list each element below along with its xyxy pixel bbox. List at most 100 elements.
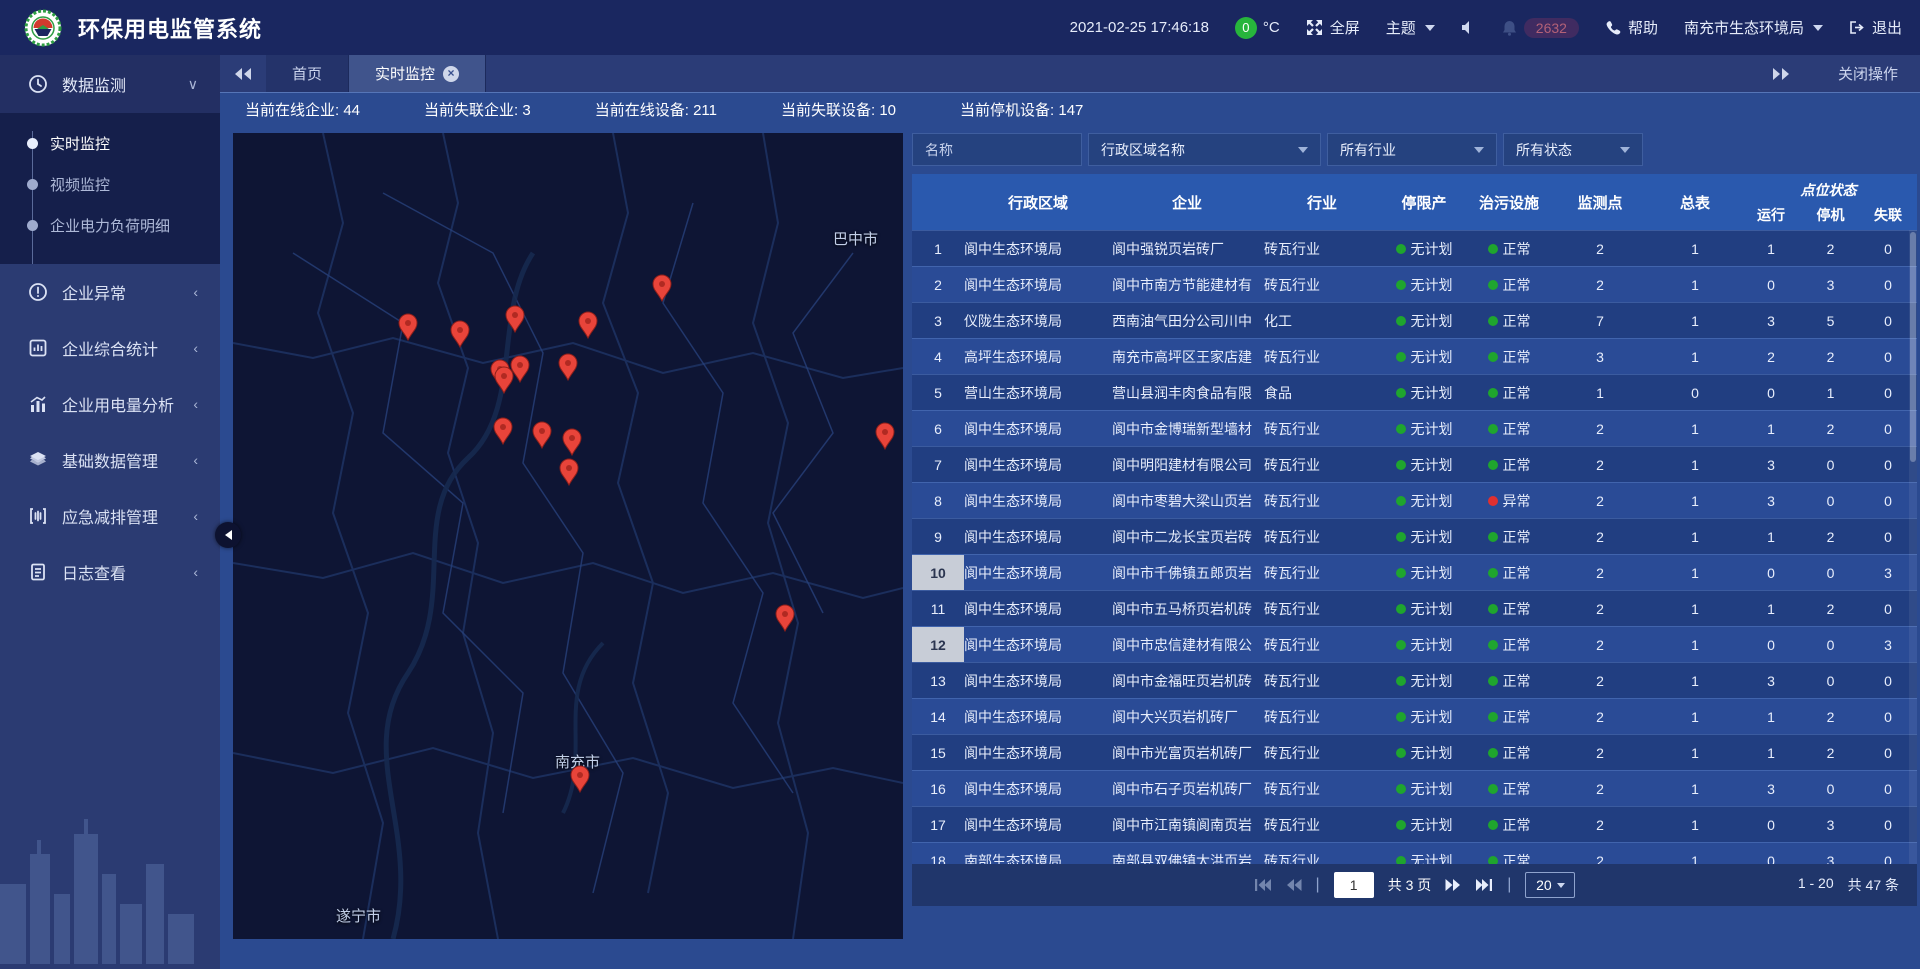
tabs-scroll-left-button[interactable] bbox=[220, 55, 266, 92]
map-pin-icon[interactable] bbox=[492, 417, 514, 445]
sidebar-item[interactable]: 应急减排管理 ‹ bbox=[0, 488, 220, 544]
facility-status-cell: 异常 bbox=[1468, 483, 1550, 518]
first-page-button[interactable] bbox=[1254, 878, 1272, 892]
map-pin-icon[interactable] bbox=[874, 422, 896, 450]
running-cell: 3 bbox=[1740, 483, 1802, 518]
map-pin-icon[interactable] bbox=[397, 313, 419, 341]
fullscreen-button[interactable]: 全屏 bbox=[1306, 17, 1360, 38]
next-page-button[interactable] bbox=[1445, 878, 1461, 892]
notifications[interactable]: 2632 bbox=[1502, 18, 1579, 38]
sidebar-item[interactable]: 基础数据管理 ‹ bbox=[0, 432, 220, 488]
row-index-cell: 10 bbox=[912, 555, 964, 590]
col-stopped: 停机 bbox=[1802, 200, 1859, 230]
alert-icon bbox=[28, 282, 48, 302]
table-row[interactable]: 5 营山生态环境局 营山县润丰肉食品有限 食品 无计划 正常 1 0 0 1 0 bbox=[912, 374, 1917, 410]
previous-page-button[interactable] bbox=[1286, 878, 1302, 892]
industry-cell: 砖瓦行业 bbox=[1262, 411, 1380, 446]
sidebar-submenu-item[interactable]: 实时监控 bbox=[0, 123, 220, 164]
gauge-icon bbox=[28, 74, 48, 94]
table-row[interactable]: 9 阆中生态环境局 阆中市二龙长宝页岩砖 砖瓦行业 无计划 正常 2 1 1 2… bbox=[912, 518, 1917, 554]
sidebar-item[interactable]: 企业综合统计 ‹ bbox=[0, 320, 220, 376]
theme-menu[interactable]: 主题 bbox=[1386, 17, 1435, 38]
table-row[interactable]: 17 阆中生态环境局 阆中市江南镇阆南页岩 砖瓦行业 无计划 正常 2 1 0 … bbox=[912, 806, 1917, 842]
table-row[interactable]: 8 阆中生态环境局 阆中市枣碧大梁山页岩 砖瓦行业 无计划 异常 2 1 3 0… bbox=[912, 482, 1917, 518]
map-pin-icon[interactable] bbox=[577, 311, 599, 339]
region-filter-select[interactable]: 行政区域名称 bbox=[1088, 133, 1321, 166]
scrollbar-thumb[interactable] bbox=[1910, 232, 1916, 462]
help-button[interactable]: 帮助 bbox=[1605, 17, 1658, 38]
status-dot-icon bbox=[1488, 460, 1498, 470]
page-number-input[interactable] bbox=[1334, 872, 1374, 898]
page-size-select[interactable]: 20 bbox=[1525, 872, 1575, 898]
table-row[interactable]: 6 阆中生态环境局 阆中市金博瑞新型墙材 砖瓦行业 无计划 正常 2 1 1 2… bbox=[912, 410, 1917, 446]
submenu-item-label: 企业电力负荷明细 bbox=[50, 215, 170, 236]
table-row[interactable]: 18 南部生态环境局 南部县双佛镇太洪页岩 砖瓦行业 无计划 正常 2 1 0 … bbox=[912, 842, 1917, 864]
sidebar-item[interactable]: 企业用电量分析 ‹ bbox=[0, 376, 220, 432]
logout-button[interactable]: 退出 bbox=[1849, 17, 1902, 38]
table-row[interactable]: 14 阆中生态环境局 阆中大兴页岩机砖厂 砖瓦行业 无计划 正常 2 1 1 2… bbox=[912, 698, 1917, 734]
map-pin-icon[interactable] bbox=[557, 353, 579, 381]
col-industry: 行业 bbox=[1262, 174, 1380, 230]
tab-realtime-monitoring[interactable]: 实时监控 × bbox=[349, 55, 486, 92]
layers-icon bbox=[28, 450, 48, 470]
close-operations-button[interactable]: 关闭操作 bbox=[1838, 63, 1898, 84]
name-filter-input[interactable] bbox=[925, 142, 1069, 158]
map-pin-icon[interactable] bbox=[558, 458, 580, 486]
map-pin-icon[interactable] bbox=[561, 428, 583, 456]
tab-close-icon[interactable]: × bbox=[443, 66, 459, 82]
facility-status-cell: 正常 bbox=[1468, 267, 1550, 302]
stopped-cell: 2 bbox=[1802, 735, 1859, 770]
table-row[interactable]: 11 阆中生态环境局 阆中市五马桥页岩机砖 砖瓦行业 无计划 正常 2 1 1 … bbox=[912, 590, 1917, 626]
table-row[interactable]: 15 阆中生态环境局 阆中市光富页岩机砖厂 砖瓦行业 无计划 正常 2 1 1 … bbox=[912, 734, 1917, 770]
monitor-points-cell: 2 bbox=[1550, 447, 1650, 482]
map-panel[interactable]: 巴中市 南充市 遂宁市 bbox=[233, 133, 903, 939]
table-scrollbar[interactable] bbox=[1909, 230, 1917, 864]
region-cell: 南部生态环境局 bbox=[964, 843, 1112, 864]
last-page-button[interactable] bbox=[1475, 878, 1493, 892]
status-dot-icon bbox=[1488, 316, 1498, 326]
table-row[interactable]: 16 阆中生态环境局 阆中市石子页岩机砖厂 砖瓦行业 无计划 正常 2 1 3 … bbox=[912, 770, 1917, 806]
stop-limit-cell: 无计划 bbox=[1380, 735, 1468, 770]
industry-cell: 砖瓦行业 bbox=[1262, 519, 1380, 554]
tab-home[interactable]: 首页 bbox=[266, 55, 349, 92]
sidebar-item[interactable]: 日志查看 ‹ bbox=[0, 544, 220, 600]
table-row[interactable]: 13 阆中生态环境局 阆中市金福旺页岩机砖 砖瓦行业 无计划 正常 2 1 3 … bbox=[912, 662, 1917, 698]
monitor-points-cell: 2 bbox=[1550, 231, 1650, 266]
sidebar-collapse-toggle[interactable] bbox=[215, 522, 241, 548]
table-row[interactable]: 10 阆中生态环境局 阆中市千佛镇五郎页岩 砖瓦行业 无计划 正常 2 1 0 … bbox=[912, 554, 1917, 590]
tabs-scroll-right-button[interactable] bbox=[1758, 67, 1804, 81]
region-cell: 阆中生态环境局 bbox=[964, 231, 1112, 266]
sidebar-item-data-monitoring[interactable]: 数据监测 ∨ bbox=[0, 55, 220, 113]
facility-status-cell: 正常 bbox=[1468, 303, 1550, 338]
status-filter-select[interactable]: 所有状态 bbox=[1503, 133, 1643, 166]
sidebar-submenu-item[interactable]: 视频监控 bbox=[0, 164, 220, 205]
total-meter-cell: 1 bbox=[1650, 771, 1740, 806]
map-pin-icon[interactable] bbox=[569, 765, 591, 793]
table-row[interactable]: 3 仪陇生态环境局 西南油气田分公司川中 化工 无计划 正常 7 1 3 5 0 bbox=[912, 302, 1917, 338]
sidebar-submenu-item[interactable]: 企业电力负荷明细 bbox=[0, 205, 220, 246]
map-pin-icon[interactable] bbox=[504, 305, 526, 333]
table-row[interactable]: 4 高坪生态环境局 南充市高坪区王家店建 砖瓦行业 无计划 正常 3 1 2 2… bbox=[912, 338, 1917, 374]
table-row[interactable]: 7 阆中生态环境局 阆中明阳建材有限公司 砖瓦行业 无计划 正常 2 1 3 0… bbox=[912, 446, 1917, 482]
industry-filter-select[interactable]: 所有行业 bbox=[1327, 133, 1497, 166]
org-menu[interactable]: 南充市生态环境局 bbox=[1684, 17, 1823, 38]
total-meter-cell: 1 bbox=[1650, 555, 1740, 590]
name-filter-field[interactable] bbox=[912, 133, 1082, 166]
stopped-cell: 2 bbox=[1802, 411, 1859, 446]
table-row[interactable]: 2 阆中生态环境局 阆中市南方节能建材有 砖瓦行业 无计划 正常 2 1 0 3… bbox=[912, 266, 1917, 302]
table-row[interactable]: 12 阆中生态环境局 阆中市忠信建材有限公 砖瓦行业 无计划 正常 2 1 0 … bbox=[912, 626, 1917, 662]
stats-icon bbox=[28, 338, 48, 358]
map-pin-icon[interactable] bbox=[774, 604, 796, 632]
stopped-cell: 3 bbox=[1802, 267, 1859, 302]
table-row[interactable]: 1 阆中生态环境局 阆中强锐页岩砖厂 砖瓦行业 无计划 正常 2 1 1 2 0 bbox=[912, 230, 1917, 266]
industry-cell: 食品 bbox=[1262, 375, 1380, 410]
map-pin-icon[interactable] bbox=[531, 421, 553, 449]
mute-button[interactable] bbox=[1461, 20, 1476, 35]
map-pin-icon[interactable] bbox=[651, 274, 673, 302]
sidebar-submenu: 实时监控 视频监控 企业电力负荷明细 bbox=[0, 113, 220, 264]
status-dot-icon bbox=[1396, 604, 1406, 614]
map-pin-icon[interactable] bbox=[493, 366, 515, 394]
sidebar-item[interactable]: 企业异常 ‹ bbox=[0, 264, 220, 320]
map-pin-icon[interactable] bbox=[449, 320, 471, 348]
chevron-left-icon: ‹ bbox=[193, 284, 198, 300]
